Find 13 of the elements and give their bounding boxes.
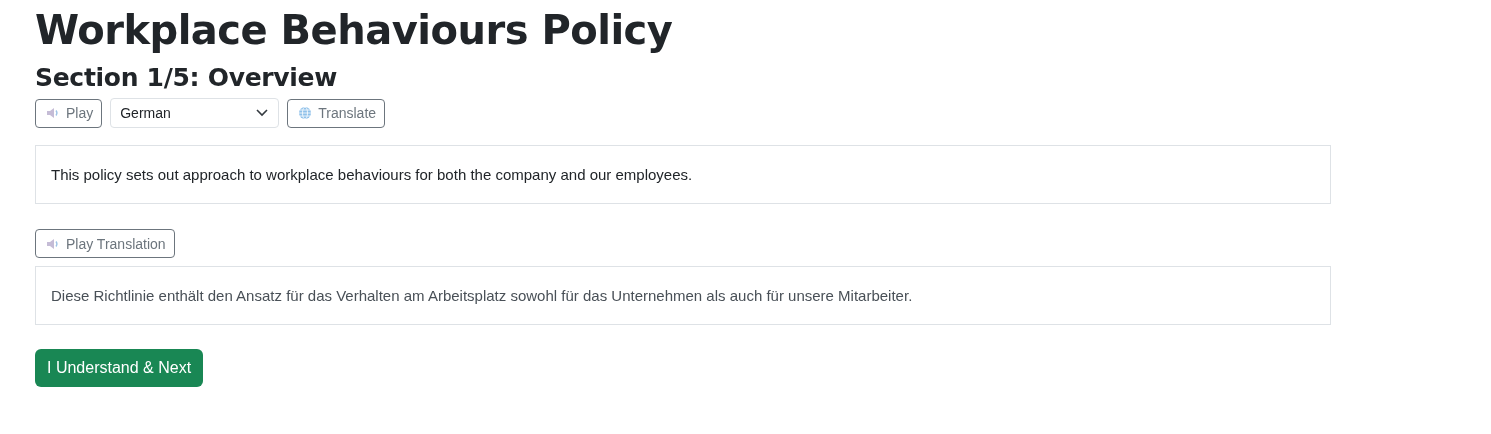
speaker-icon: [46, 237, 60, 250]
translated-text: Diese Richtlinie enthält den Ansatz für das Verhalten am Arbeitsplatz sowohl für das Unternehmen als auch für unsere Mitarbeiter.: [35, 266, 1331, 325]
translate-button[interactable]: Translate: [287, 98, 386, 128]
page-title: Workplace Behaviours Policy: [35, 6, 673, 54]
language-select[interactable]: German: [110, 98, 280, 128]
play-translation-button[interactable]: Play Translation: [35, 229, 175, 258]
understand-next-button[interactable]: I Understand & Next: [35, 349, 204, 387]
speaker-icon: [46, 107, 60, 119]
section-heading: Section 1/5: Overview: [35, 62, 338, 94]
policy-text: This policy sets out approach to workplace behaviours for both the company and our employees.: [35, 145, 1331, 204]
globe-icon: [298, 106, 313, 120]
chevron-down-icon: [256, 109, 269, 117]
play-button[interactable]: Play: [35, 98, 103, 128]
